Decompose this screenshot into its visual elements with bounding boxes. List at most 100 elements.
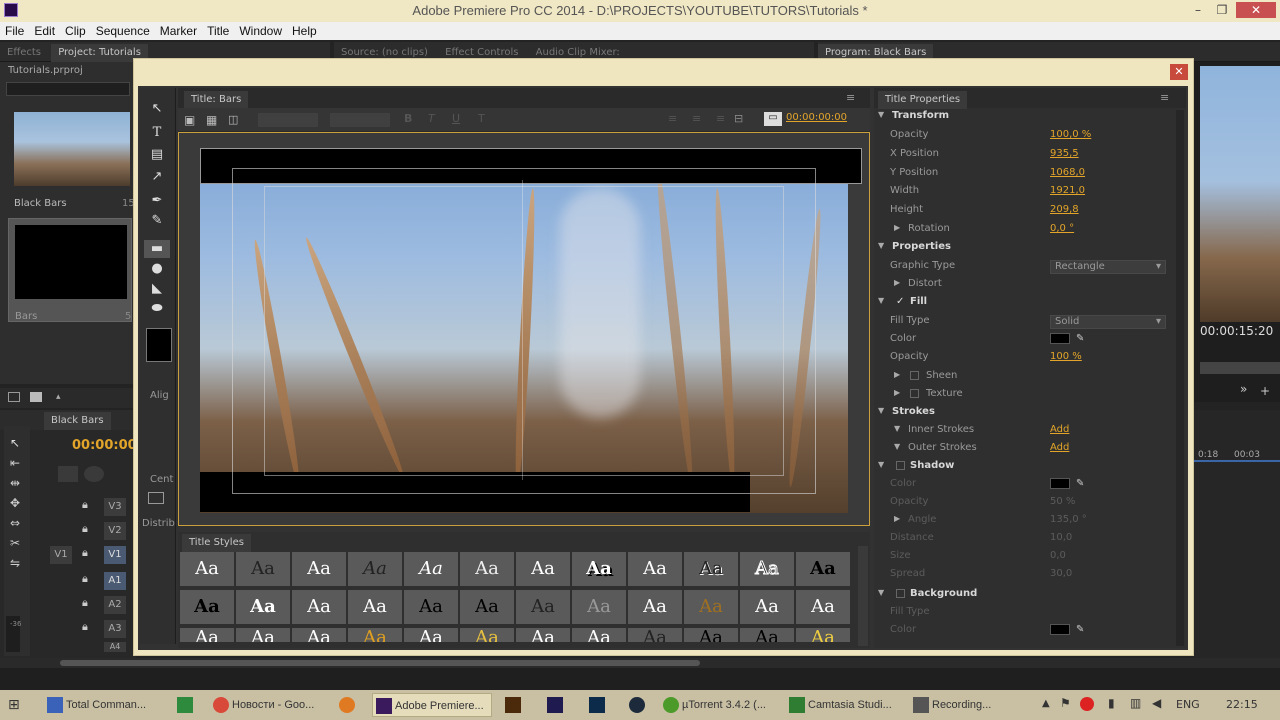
fill-type-dropdown[interactable]: Solid ▾ bbox=[1050, 315, 1166, 329]
tab-title-bars[interactable]: Title: Bars bbox=[184, 91, 249, 109]
opacity-value[interactable]: 100,0 % bbox=[1050, 129, 1091, 140]
title-style-swatch[interactable]: Aa bbox=[796, 628, 850, 642]
tab-title-properties[interactable]: Title Properties bbox=[878, 91, 968, 109]
taskbar-recording[interactable]: Recording... bbox=[910, 693, 1026, 717]
wedge-tool-icon[interactable]: ◣ bbox=[144, 280, 170, 298]
title-style-swatch[interactable]: Aa bbox=[572, 590, 626, 624]
title-style-swatch[interactable]: Aa bbox=[740, 628, 794, 642]
selection-tool-icon[interactable]: ↖ bbox=[144, 100, 170, 118]
background-color-swatch[interactable] bbox=[1050, 624, 1070, 635]
add-button-icon[interactable]: + bbox=[1260, 384, 1270, 398]
underline-icon[interactable]: U bbox=[452, 112, 460, 125]
taskbar-illustrator[interactable] bbox=[502, 693, 524, 717]
taskbar-excel[interactable] bbox=[174, 693, 196, 717]
razor-tool-icon[interactable]: ✂ bbox=[10, 536, 20, 550]
clock[interactable]: 22:15 bbox=[1226, 698, 1258, 711]
title-style-swatch[interactable]: Aa bbox=[292, 552, 346, 586]
new-title-icon[interactable]: ▣ bbox=[184, 113, 195, 127]
type-tool-icon[interactable]: T bbox=[144, 124, 170, 142]
add-anchor-tool-icon[interactable]: ✎ bbox=[144, 212, 170, 230]
taskbar-total-commander[interactable]: Total Comman... bbox=[44, 693, 168, 717]
title-style-swatch[interactable]: Aa bbox=[404, 552, 458, 586]
linked-selection-button[interactable] bbox=[84, 466, 104, 482]
title-style-swatch[interactable]: Aa bbox=[684, 552, 738, 586]
title-style-swatch[interactable]: Aa bbox=[628, 590, 682, 624]
title-style-swatch[interactable]: Aa bbox=[460, 590, 514, 624]
menu-help[interactable]: Help bbox=[287, 22, 322, 38]
path-type-tool-icon[interactable]: ↗ bbox=[144, 168, 170, 186]
y-position-value[interactable]: 1068,0 bbox=[1050, 167, 1085, 178]
menu-file[interactable]: File bbox=[0, 22, 29, 38]
lock-icon[interactable]: 🔒︎ bbox=[82, 546, 88, 560]
panel-menu-icon[interactable]: ≡ bbox=[846, 91, 855, 104]
pen-tool-icon[interactable]: ✒ bbox=[144, 192, 170, 210]
timeline-scrollbar[interactable] bbox=[0, 658, 1280, 668]
section-strokes[interactable]: ▼ Strokes bbox=[874, 406, 1174, 424]
color-swatch[interactable] bbox=[146, 328, 172, 362]
eyedropper-icon[interactable]: ✎ bbox=[1076, 333, 1084, 344]
width-value[interactable]: 1921,0 bbox=[1050, 185, 1085, 196]
title-style-swatch[interactable]: Aa bbox=[516, 552, 570, 586]
background-checkbox[interactable] bbox=[896, 589, 905, 598]
ellipse-tool-icon[interactable]: ⬬ bbox=[144, 300, 170, 318]
show-background-video-icon[interactable]: ▭ bbox=[764, 112, 782, 126]
track-a4[interactable]: A4 bbox=[104, 642, 126, 652]
title-style-swatch[interactable]: Aa bbox=[404, 590, 458, 624]
background-timecode[interactable]: 00:00:00:00 bbox=[786, 112, 847, 123]
volume-icon[interactable]: ◀ bbox=[1152, 696, 1161, 710]
tray-expand-icon[interactable]: ▲ bbox=[1042, 698, 1050, 709]
title-style-swatch[interactable]: Aa bbox=[740, 552, 794, 586]
x-position-value[interactable]: 935,5 bbox=[1050, 148, 1079, 159]
program-scrub-bar[interactable] bbox=[1200, 362, 1280, 374]
panel-menu-icon[interactable]: ≡ bbox=[1160, 91, 1169, 104]
taskbar-firefox[interactable] bbox=[336, 693, 362, 717]
track-select-tool-icon[interactable]: ⇤ bbox=[10, 456, 20, 470]
rolling-edit-tool-icon[interactable]: ✥ bbox=[10, 496, 20, 510]
track-v1[interactable]: V1 bbox=[104, 546, 126, 564]
title-style-swatch[interactable]: Aa bbox=[460, 628, 514, 642]
menu-edit[interactable]: Edit bbox=[29, 22, 60, 38]
prop-sheen[interactable]: ▶ Sheen bbox=[874, 370, 1174, 388]
title-style-swatch[interactable]: Aa bbox=[516, 628, 570, 642]
lock-icon[interactable]: 🔒︎ bbox=[82, 620, 88, 634]
lock-icon[interactable]: 🔒︎ bbox=[82, 522, 88, 536]
title-style-swatch[interactable]: Aa bbox=[572, 628, 626, 642]
title-style-swatch[interactable]: Aa bbox=[516, 590, 570, 624]
center-horizontal-icon[interactable] bbox=[148, 492, 164, 504]
fill-color-swatch[interactable] bbox=[1050, 333, 1070, 344]
title-style-swatch[interactable]: Aa bbox=[628, 628, 682, 642]
zoom-slider[interactable]: ▴ bbox=[56, 392, 61, 402]
title-style-swatch[interactable]: Aa bbox=[404, 628, 458, 642]
title-style-swatch[interactable]: Aa bbox=[236, 628, 290, 642]
menu-window[interactable]: Window bbox=[234, 22, 287, 38]
project-search-input[interactable] bbox=[6, 82, 130, 96]
rounded-rect-tool-icon[interactable]: ● bbox=[144, 260, 170, 278]
align-right-icon[interactable]: ≡ bbox=[716, 112, 725, 125]
track-a1[interactable]: A1 bbox=[104, 572, 126, 590]
rate-stretch-tool-icon[interactable]: ⇔ bbox=[10, 516, 20, 530]
title-style-swatch[interactable]: Aa bbox=[572, 552, 626, 586]
close-window-button[interactable]: ✕ bbox=[1236, 2, 1276, 18]
styles-scrollbar[interactable] bbox=[858, 546, 868, 646]
snap-button[interactable] bbox=[58, 466, 78, 482]
menu-clip[interactable]: Clip bbox=[60, 22, 91, 38]
fill-checkbox[interactable]: ✓ bbox=[896, 296, 904, 307]
slip-tool-icon[interactable]: ⇋ bbox=[10, 556, 20, 570]
rotation-value[interactable]: 0,0 ° bbox=[1050, 223, 1074, 234]
track-a3[interactable]: A3 bbox=[104, 620, 126, 638]
title-style-swatch[interactable]: Aa bbox=[684, 590, 738, 624]
taskbar-chrome[interactable]: Новости - Goo... bbox=[210, 693, 328, 717]
title-style-swatch[interactable]: Aa bbox=[348, 590, 402, 624]
height-value[interactable]: 209,8 bbox=[1050, 204, 1079, 215]
fill-opacity-value[interactable]: 100 % bbox=[1050, 351, 1082, 362]
title-style-swatch[interactable]: Aa bbox=[348, 552, 402, 586]
battery-icon[interactable]: ▮ bbox=[1108, 696, 1115, 710]
taskbar-premiere[interactable]: Adobe Premiere... bbox=[372, 693, 492, 717]
work-area-bar[interactable] bbox=[1194, 460, 1280, 462]
eyedropper-icon[interactable]: ✎ bbox=[1076, 624, 1084, 635]
prop-rotation[interactable]: ▶ Rotation 0,0 ° bbox=[874, 223, 1174, 241]
align-center-icon[interactable]: ≡ bbox=[692, 112, 701, 125]
button-editor-icon[interactable]: » bbox=[1240, 382, 1247, 396]
tab-effects[interactable]: Effects bbox=[0, 44, 48, 62]
clip-thumbnail-black-bars[interactable] bbox=[14, 112, 130, 186]
